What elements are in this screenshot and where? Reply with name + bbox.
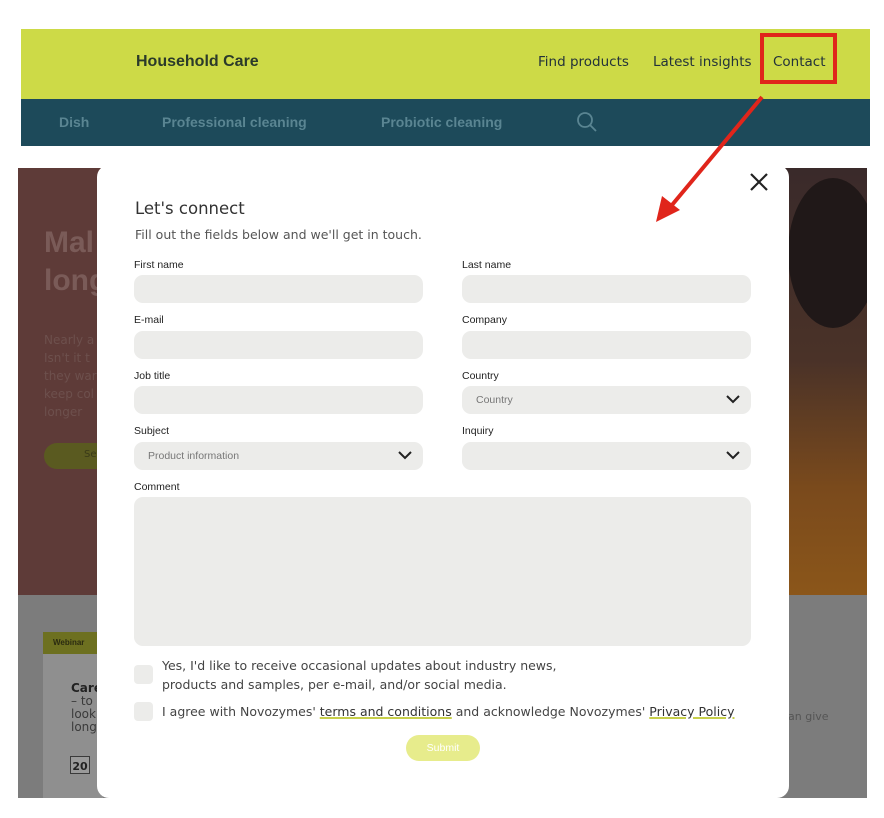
updates-text-line: products and samples, per e-mail, and/or… [162,677,507,692]
sub-navigation: Dish Professional cleaning Probiotic cle… [21,99,870,146]
calendar-date: 20 [72,760,88,773]
hero-text-line: Isn't it t [44,351,90,365]
updates-text-line: Yes, I'd like to receive occasional upda… [162,658,557,673]
subject-label: Subject [134,425,170,437]
subject-select-value: Product information [148,450,240,462]
terms-text: I agree with Novozymes' [162,704,320,719]
hero-text-line: they war [44,369,97,383]
privacy-policy-link[interactable]: Privacy Policy [649,704,734,719]
terms-checkbox-label: I agree with Novozymes' terms and condit… [162,702,734,721]
country-label: Country [462,370,499,382]
subnav-dish[interactable]: Dish [59,114,89,130]
nav-latest-insights[interactable]: Latest insights [653,54,752,70]
country-select-value: Country [476,394,513,406]
nav-find-products[interactable]: Find products [538,54,629,70]
updates-checkbox-label: Yes, I'd like to receive occasional upda… [162,656,557,694]
contact-highlight-box [760,33,837,84]
terms-text: and acknowledge Novozymes' [451,704,650,719]
chevron-down-icon [398,451,412,460]
chevron-down-icon [726,451,740,460]
subject-select[interactable]: Product information [134,442,423,470]
job-title-label: Job title [134,370,171,382]
subnav-professional-cleaning[interactable]: Professional cleaning [162,114,307,130]
chevron-down-icon [726,395,740,404]
hero-text-line: longer [44,405,83,419]
comment-label: Comment [134,481,180,493]
last-name-field[interactable] [462,275,751,303]
comment-field[interactable] [134,497,751,646]
country-select[interactable]: Country [462,386,751,414]
last-name-label: Last name [462,259,512,271]
close-icon[interactable] [748,171,770,193]
subnav-probiotic-cleaning[interactable]: Probiotic cleaning [381,114,502,130]
inquiry-label: Inquiry [462,425,494,437]
inquiry-select[interactable] [462,442,751,470]
modal-subtitle: Fill out the fields below and we'll get … [135,227,422,242]
email-field[interactable] [134,331,423,359]
modal-title: Let's connect [135,199,245,218]
webinar-tag: Webinar [43,632,103,654]
terms-link[interactable]: terms and conditions [320,704,452,719]
brand-name[interactable]: Household Care [136,53,259,71]
updates-checkbox[interactable] [134,665,153,684]
company-label: Company [462,314,507,326]
terms-checkbox[interactable] [134,702,153,721]
email-label: E-mail [134,314,164,326]
contact-modal: Let's connect Fill out the fields below … [97,165,789,798]
top-header: Household Care Find products Latest insi… [21,29,870,99]
search-icon[interactable] [576,111,598,133]
page: Household Care Find products Latest insi… [0,0,884,818]
calendar-icon: 20 [70,756,90,774]
side-text: an give [788,710,829,723]
hero-text: Nearly a Isn't it t they war keep col lo… [44,331,97,421]
submit-button[interactable]: Submit [406,735,480,761]
company-field[interactable] [462,331,751,359]
hero-text-line: Nearly a [44,333,95,347]
first-name-field[interactable] [134,275,423,303]
job-title-field[interactable] [134,386,423,414]
webinar-card[interactable]: Webinar Care – to look long 20 [43,632,103,798]
hero-text-line: keep col [44,387,94,401]
hero-button-label: Se [84,449,97,460]
first-name-label: First name [134,259,184,271]
